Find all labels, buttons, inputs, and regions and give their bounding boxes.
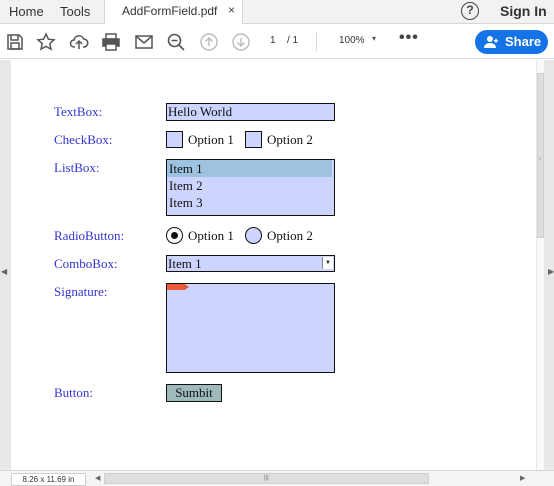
share-label: Share bbox=[505, 34, 542, 49]
list-item[interactable]: Item 2 bbox=[167, 177, 332, 194]
upload-cloud-icon[interactable] bbox=[69, 32, 89, 52]
document-viewer: ◀ ▶ TextBox: Hello World CheckBox: Optio… bbox=[0, 60, 554, 486]
page-number-input[interactable]: 1 bbox=[270, 35, 276, 46]
scroll-grip-icon: ≡ bbox=[539, 156, 542, 161]
signature-field[interactable] bbox=[166, 283, 335, 373]
button-label: Button: bbox=[54, 385, 94, 400]
page-down-icon[interactable] bbox=[231, 32, 251, 52]
checkbox-option-2[interactable] bbox=[245, 131, 262, 148]
listbox-field[interactable]: Item 1 Item 2 Item 3 bbox=[166, 159, 335, 216]
zoom-level-select[interactable]: 100% bbox=[339, 35, 365, 46]
radio-option-2[interactable] bbox=[245, 227, 262, 244]
pdf-page: TextBox: Hello World CheckBox: Option 1 … bbox=[11, 60, 536, 470]
combobox-value: Item 1 bbox=[168, 256, 202, 271]
signature-flag-icon bbox=[167, 284, 189, 290]
combobox-label: ComboBox: bbox=[54, 256, 118, 271]
radio-option-1-label: Option 1 bbox=[188, 228, 234, 243]
page-up-icon[interactable] bbox=[199, 32, 219, 52]
close-tab-icon[interactable]: × bbox=[228, 3, 235, 17]
submit-button[interactable]: Sumbit bbox=[166, 384, 222, 402]
share-button[interactable]: Share bbox=[475, 30, 548, 54]
scroll-right-icon[interactable]: ▶ bbox=[520, 474, 525, 482]
scroll-left-icon[interactable]: ◀ bbox=[95, 474, 100, 482]
radiobutton-label: RadioButton: bbox=[54, 228, 125, 243]
radio-option-2-label: Option 2 bbox=[267, 228, 313, 243]
help-icon[interactable]: ? bbox=[461, 2, 479, 20]
chevron-down-icon[interactable]: ▾ bbox=[372, 34, 376, 43]
zoom-search-icon[interactable] bbox=[166, 32, 186, 52]
textbox-value: Hello World bbox=[168, 104, 233, 119]
list-item[interactable]: Item 3 bbox=[167, 194, 332, 211]
document-tab[interactable]: AddFormField.pdf × bbox=[104, 0, 243, 24]
toolbar: 1 / 1 100% ▾ ••• Share bbox=[0, 24, 554, 59]
add-person-icon bbox=[484, 36, 498, 48]
vertical-scroll-thumb[interactable]: ≡ bbox=[537, 73, 544, 238]
page-size: 8.26 x 11.69 in bbox=[11, 473, 86, 486]
checkbox-option-1[interactable] bbox=[166, 131, 183, 148]
checkbox-option-1-label: Option 1 bbox=[188, 132, 234, 147]
scroll-grip-icon: ||| bbox=[264, 475, 269, 481]
radio-selected-dot bbox=[170, 231, 178, 239]
checkbox-label: CheckBox: bbox=[54, 132, 113, 147]
vertical-scrollbar[interactable]: ≡ bbox=[537, 60, 544, 470]
listbox-label: ListBox: bbox=[54, 160, 100, 175]
menu-bar: Home Tools AddFormField.pdf × ? Sign In bbox=[0, 0, 554, 24]
more-options-icon[interactable]: ••• bbox=[399, 29, 419, 47]
horizontal-scroll-thumb[interactable]: ||| bbox=[104, 473, 429, 484]
list-item[interactable]: Item 1 bbox=[167, 160, 332, 177]
menu-tools[interactable]: Tools bbox=[60, 4, 90, 19]
left-panel-toggle-icon[interactable]: ◀ bbox=[1, 267, 7, 276]
save-icon[interactable] bbox=[5, 32, 25, 52]
checkbox-option-2-label: Option 2 bbox=[267, 132, 313, 147]
textbox-label: TextBox: bbox=[54, 104, 103, 119]
print-icon[interactable] bbox=[101, 32, 121, 52]
right-panel-toggle-icon[interactable]: ▶ bbox=[548, 267, 554, 276]
radio-option-1[interactable] bbox=[166, 227, 183, 244]
toolbar-divider bbox=[316, 32, 317, 51]
sign-in-button[interactable]: Sign In bbox=[500, 3, 547, 19]
document-tab-title: AddFormField.pdf bbox=[122, 4, 218, 18]
menu-home[interactable]: Home bbox=[9, 4, 44, 19]
bookmark-star-icon[interactable] bbox=[36, 32, 56, 52]
page-total: / 1 bbox=[287, 35, 299, 46]
chevron-down-icon[interactable]: ▼ bbox=[322, 257, 333, 269]
signature-label: Signature: bbox=[54, 284, 108, 299]
textbox-field[interactable]: Hello World bbox=[166, 103, 335, 121]
status-bar: 8.26 x 11.69 in ◀ ||| ▶ bbox=[0, 470, 554, 486]
email-icon[interactable] bbox=[134, 32, 154, 52]
combobox-field[interactable]: Item 1 ▼ bbox=[166, 255, 335, 272]
